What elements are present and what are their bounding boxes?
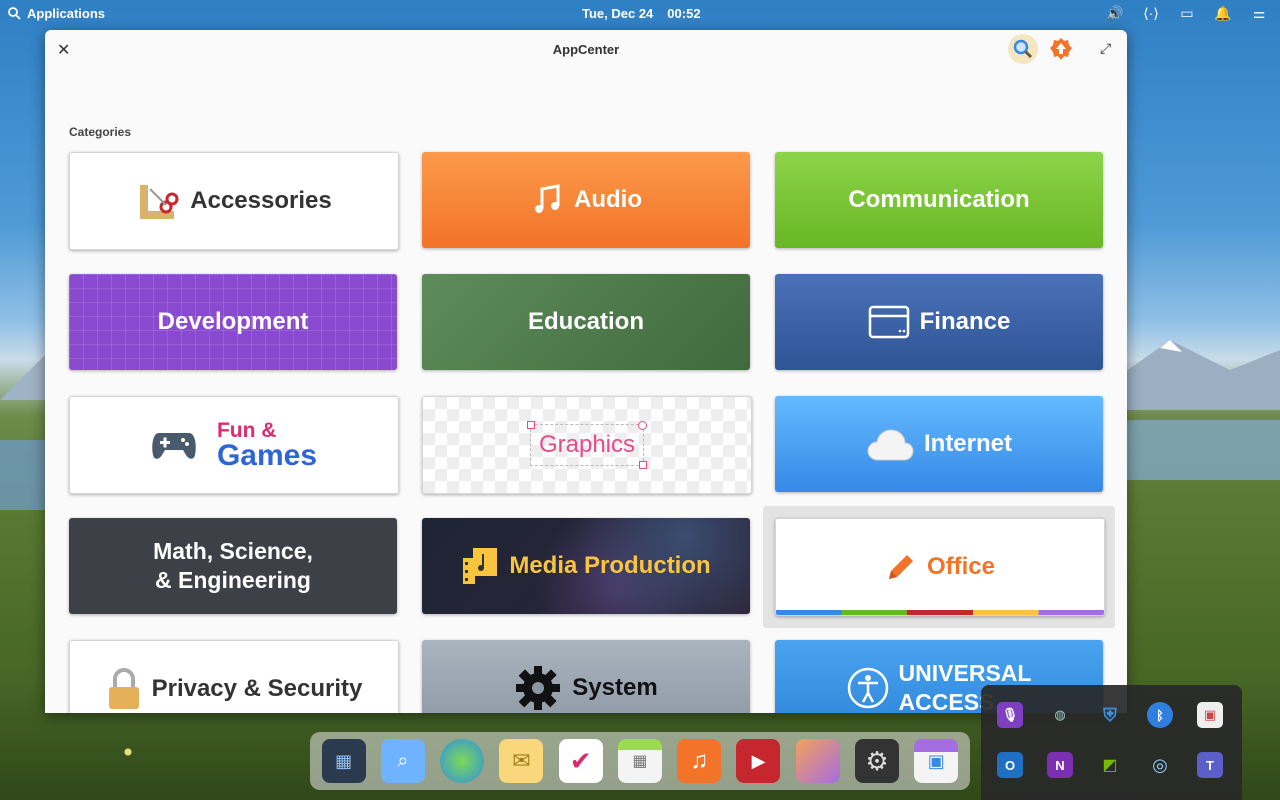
category-label: Media Production (509, 552, 711, 579)
category-system[interactable]: System (422, 640, 750, 713)
videos-icon[interactable]: ▶ (736, 739, 781, 783)
maximize-icon[interactable]: ⤢ (1100, 40, 1111, 57)
category-label: Education (527, 308, 644, 335)
teams-icon[interactable]: T (1197, 752, 1223, 778)
category-label-line1: UNIVERSAL (898, 660, 1032, 687)
category-math-science[interactable]: Math, Science, & Engineering (69, 518, 397, 614)
session-toggle-icon[interactable]: ⚌ (1250, 5, 1268, 22)
files-icon[interactable]: ⌕ (380, 739, 425, 783)
category-label-line1: Math, Science, (153, 538, 313, 565)
category-privacy-security[interactable]: Privacy & Security (69, 640, 399, 713)
multitasking-icon[interactable]: ▦ (321, 739, 366, 783)
category-label: Internet (923, 430, 1012, 457)
category-label-line2: & Engineering (155, 567, 311, 593)
window-titlebar: ✕ AppCenter ⤢ (45, 30, 1127, 70)
selection-handle (526, 421, 535, 429)
battery-icon[interactable]: ▭ (1178, 5, 1196, 22)
search-button[interactable] (1008, 34, 1038, 64)
appcenter-icon[interactable]: ▣ (914, 739, 959, 783)
category-finance[interactable]: Finance (775, 274, 1103, 370)
volume-icon[interactable]: 🔊 (1106, 5, 1124, 22)
browser-icon[interactable] (440, 739, 485, 783)
credit-card-icon (868, 305, 909, 339)
date-label: Tue, Dec 24 (582, 6, 654, 21)
mail-icon[interactable]: ✉ (499, 739, 544, 783)
datetime-indicator[interactable]: Tue, Dec 24 00:52 (582, 6, 715, 21)
math-science-label: Math, Science, & Engineering (153, 537, 313, 595)
accessories-icon (140, 185, 179, 219)
categories-heading: Categories (69, 125, 132, 139)
fun-games-wordmark: Fun & Games (217, 420, 317, 471)
settings-icon[interactable]: ⚙ (855, 739, 900, 783)
updates-button[interactable] (1048, 36, 1074, 62)
onenote-icon[interactable]: N (1047, 752, 1073, 778)
category-development[interactable]: Development (69, 274, 397, 370)
category-communication[interactable]: Communication (775, 152, 1103, 248)
graphics-selection-box: Graphics (526, 421, 648, 469)
teamviewer-icon[interactable]: ▣ (1197, 702, 1223, 728)
applications-label: Applications (27, 6, 106, 21)
shield-warning-icon[interactable]: ⛨ (1097, 702, 1123, 728)
bluetooth-icon[interactable]: ᛒ (1147, 702, 1173, 728)
games-label: Games (216, 438, 318, 472)
selection-handle (638, 421, 648, 430)
tray-overflow-popover: 🎙 ◍ ⛨ ᛒ ▣ O N ◩ ◎ T (981, 685, 1242, 800)
notifications-icon[interactable]: 🔔 (1214, 5, 1232, 22)
category-label: Graphics (538, 431, 636, 458)
accessibility-icon (847, 667, 888, 709)
category-office[interactable]: Office (775, 518, 1105, 616)
top-panel: Applications Tue, Dec 24 00:52 🔊 ⟨·⟩ ▭ 🔔 … (0, 0, 1280, 28)
network-icon[interactable]: ⟨·⟩ (1142, 5, 1160, 22)
dock: ▦ ⌕ ✉ ✔ ▦ ♫ ▶ ⚙ ▣ (310, 732, 970, 790)
category-label: Office (926, 553, 995, 580)
tasks-icon[interactable]: ✔ (558, 739, 603, 783)
photos-icon[interactable] (795, 739, 840, 783)
window-title: AppCenter (552, 42, 620, 57)
cloud-icon (867, 429, 914, 461)
applications-menu-button[interactable]: Applications (8, 6, 105, 21)
category-graphics[interactable]: Graphics (422, 396, 752, 494)
calendar-icon[interactable]: ▦ (617, 739, 662, 783)
media-production-icon (463, 548, 498, 584)
music-icon[interactable]: ♫ (677, 739, 722, 783)
category-label: Finance (919, 308, 1011, 335)
updates-badge-icon (1050, 38, 1072, 60)
office-rainbow-stripe (776, 610, 1104, 615)
category-label: System (572, 674, 658, 701)
category-label: Audio (574, 186, 642, 213)
time-label: 00:52 (667, 6, 701, 21)
category-label: Privacy & Security (151, 675, 363, 702)
search-icon (8, 7, 21, 20)
audio-note-icon (535, 184, 560, 213)
pencil-icon (888, 555, 913, 579)
category-audio[interactable]: Audio (422, 152, 750, 248)
selection-handle (639, 461, 648, 469)
category-education[interactable]: Education (422, 274, 750, 370)
appcenter-window: ✕ AppCenter ⤢ Categories Accessories Aud… (45, 30, 1127, 713)
nvidia-icon[interactable]: ◩ (1097, 752, 1123, 778)
category-internet[interactable]: Internet (775, 396, 1103, 492)
outlook-icon[interactable]: O (997, 752, 1023, 778)
fun-label: Fun & (216, 418, 277, 442)
system-tray: 🔊 ⟨·⟩ ▭ 🔔 ⚌ (1106, 5, 1268, 22)
search-icon (1013, 39, 1033, 59)
gear-icon (516, 666, 561, 710)
category-label: Development (157, 308, 309, 335)
category-accessories[interactable]: Accessories (69, 152, 399, 250)
gamepad-icon (152, 433, 196, 459)
vpn-globe-icon[interactable]: ◍ (1047, 702, 1073, 728)
sync-icon[interactable]: ◎ (1147, 752, 1173, 778)
padlock-icon (108, 668, 139, 709)
category-label: Communication (848, 186, 1030, 213)
category-media-production[interactable]: Media Production (422, 518, 750, 614)
category-label: Accessories (190, 187, 332, 214)
wallpaper-lake-right (1100, 420, 1280, 480)
category-fun-games[interactable]: Fun & Games (69, 396, 399, 494)
microphone-icon[interactable]: 🎙 (997, 702, 1023, 728)
